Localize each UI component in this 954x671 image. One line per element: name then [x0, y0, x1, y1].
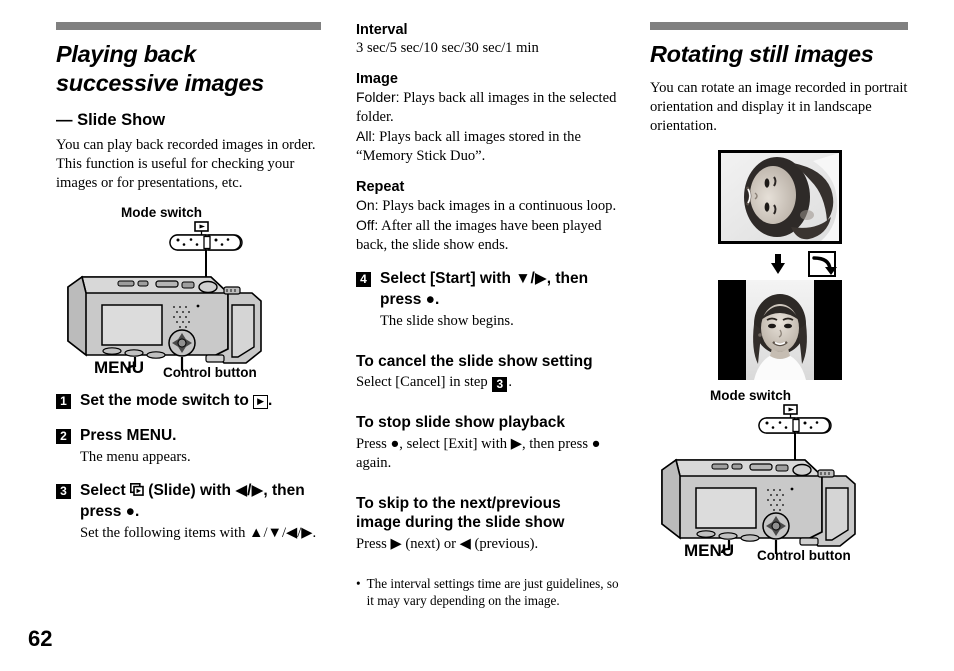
step-number: 1 — [56, 394, 71, 410]
control-button-label: Control button — [163, 365, 257, 381]
menu-label: MENU — [94, 358, 145, 378]
control-button-graphic — [168, 329, 196, 357]
step-3: 3 Select (Slide) with ◀/▶, then press ●.… — [56, 481, 328, 543]
intro-paragraph: You can play back recorded images in ord… — [56, 137, 316, 192]
left-column: Playing back successive images — Slide S… — [56, 0, 328, 543]
procedure-heading-line2: image during the slide show — [356, 514, 565, 532]
photo-before-rotation — [718, 149, 842, 244]
mode-switch-playback-icon — [783, 403, 798, 419]
step-text: Select — [80, 482, 130, 500]
page-subtitle: — Slide Show — [56, 111, 166, 130]
mode-switch-playback-icon — [194, 221, 209, 236]
setting-body-repeat: On: Plays back images in a continuous lo… — [356, 196, 628, 255]
rotation-figure — [650, 149, 922, 382]
procedure-text-end: . — [508, 374, 513, 391]
interval-values: 3 sec/5 sec/10 sec/30 sec/1 min — [356, 40, 539, 56]
procedure-heading-skip: To skip to the next/previous image durin… — [356, 495, 628, 533]
setting-heading-interval: Interval — [356, 22, 408, 38]
setting-heading-repeat: Repeat — [356, 178, 405, 195]
option-label-off: Off: — [356, 216, 379, 233]
middle-column: Interval 3 sec/5 sec/10 sec/30 sec/1 min… — [356, 0, 628, 610]
upright-portrait-image — [718, 279, 842, 380]
option-label-folder: Folder: — [356, 88, 400, 105]
step-sub: The menu appears. — [80, 449, 191, 466]
camera-figure-right: Mode switch MENU Control button — [650, 387, 922, 563]
photo-after-rotation — [718, 279, 842, 380]
down-arrow-icon — [771, 253, 785, 274]
procedure-heading-line1: To skip to the next/previous — [356, 495, 561, 513]
option-text-on: Plays back images in a continuous loop. — [378, 197, 617, 214]
step-2: 2 Press MENU. The menu appears. — [56, 426, 328, 467]
menu-label: MENU — [684, 540, 735, 560]
right-page-title: Rotating still images — [650, 41, 874, 67]
option-text-all: Plays back all images stored in the “Mem… — [356, 128, 581, 164]
step-number: 3 — [56, 484, 71, 500]
step-body: Press MENU. The menu appears. — [80, 426, 191, 467]
option-label-all: All: — [356, 127, 376, 144]
mode-switch-slider — [169, 234, 243, 251]
right-column: Rotating still images You can rotate an … — [650, 0, 922, 563]
step-text: Set the mode switch to — [80, 392, 254, 410]
procedure-heading-stop: To stop slide show playback — [356, 414, 566, 432]
step-text-end: . — [268, 392, 273, 410]
step-1: 1 Set the mode switch to ▶. — [56, 391, 328, 412]
camera-illustration — [67, 221, 262, 372]
mode-switch-slider — [758, 416, 832, 434]
section-rule — [650, 22, 908, 30]
page-number: 62 — [28, 626, 53, 651]
slide-icon — [129, 483, 144, 496]
playback-mode-icon: ▶ — [253, 395, 269, 410]
step-sub: Set the following items with ▲/▼/◀/▶. — [80, 524, 317, 541]
manual-page: Playing back successive images — Slide S… — [0, 0, 954, 671]
bullet-icon: • — [356, 576, 361, 592]
camera-figure-left: Mode switch MENU Control button — [56, 205, 328, 381]
option-label-on: On: — [356, 196, 379, 213]
page-title-line1: Playing back — [56, 41, 197, 67]
sideways-portrait-image — [721, 152, 839, 241]
procedure-text: Select [Cancel] in step — [356, 374, 492, 391]
camera-body — [661, 458, 856, 547]
step-body: Select (Slide) with ◀/▶, then press ●. S… — [80, 481, 328, 543]
step-4: 4 Select [Start] with ▼/▶, then press ●.… — [356, 269, 628, 331]
step-number: 4 — [356, 271, 371, 287]
note-text: The interval settings time are just guid… — [366, 576, 619, 608]
option-text-off: After all the images have been played ba… — [356, 217, 602, 253]
right-intro-paragraph: You can rotate an image recorded in port… — [650, 79, 908, 134]
page-title: Playing back successive images — [56, 40, 328, 97]
step-reference: 3 — [492, 377, 508, 393]
note-item: • The interval settings time are just gu… — [356, 576, 628, 610]
mode-switch-label: Mode switch — [710, 387, 792, 403]
section-rule — [56, 22, 321, 30]
step-text: Press MENU. — [80, 427, 177, 445]
camera-body — [67, 275, 262, 365]
step-sub: The slide show begins. — [380, 312, 514, 329]
procedure-body-skip: Press ▶ (next) or ◀ (previous). — [356, 536, 539, 553]
procedure-heading-cancel: To cancel the slide show setting — [356, 352, 593, 370]
rotate-icon — [808, 250, 837, 277]
step-number: 2 — [56, 429, 71, 445]
setting-body-image: Folder: Plays back all images in the sel… — [356, 88, 628, 166]
step-body: Select [Start] with ▼/▶, then press ●. T… — [380, 269, 628, 331]
rotation-indicator-row — [650, 250, 922, 280]
setting-heading-image: Image — [356, 70, 398, 87]
procedure-body-stop: Press ●, select [Exit] with ▶, then pres… — [356, 436, 601, 472]
step-text: Select [Start] with ▼/▶, then press ●. — [380, 269, 589, 308]
procedure-body-cancel: Select [Cancel] in step 3. — [356, 373, 628, 393]
step-body: Set the mode switch to ▶. — [80, 391, 272, 412]
setting-body-interval: 3 sec/5 sec/10 sec/30 sec/1 min — [356, 39, 628, 58]
control-button-label: Control button — [757, 547, 851, 563]
page-title-line2: successive images — [56, 69, 264, 96]
camera-illustration — [661, 403, 856, 554]
mode-switch-label: Mode switch — [121, 205, 203, 221]
control-button-graphic — [762, 511, 790, 540]
